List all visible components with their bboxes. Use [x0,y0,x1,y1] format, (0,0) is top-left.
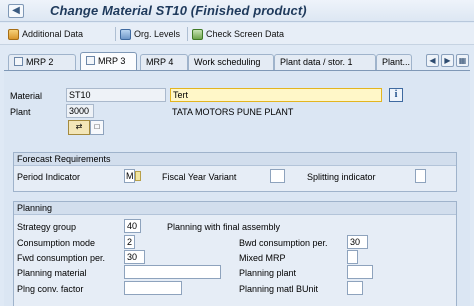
forecast-requirements-title: Forecast Requirements [14,153,456,166]
check-screen-data-label: Check Screen Data [206,29,285,39]
bwd-consumption-field[interactable]: 30 [347,235,368,249]
tab-plant-more[interactable]: Plant... [376,54,412,70]
info-icon[interactable]: i [389,88,403,102]
forecast-requirements-group: Forecast Requirements Period Indicator M… [13,152,457,192]
check-screen-data-button[interactable]: Check Screen Data [192,27,284,41]
planning-matl-bunit-field[interactable] [347,281,363,295]
plant-label: Plant [10,107,31,117]
material-label: Material [10,91,43,101]
additional-data-icon [8,28,19,40]
material-field: ST10 [66,88,166,102]
tab-content-area: Material ST10 Tert i Plant 3000 TATA MOT… [4,70,470,306]
org-levels-icon [120,28,131,40]
consumption-mode-label: Consumption mode [17,238,96,248]
document-icon[interactable]: □ [90,120,104,135]
planning-group: Planning Strategy group 40 Planning with… [13,201,457,306]
window-title: Change Material ST10 (Finished product) [50,3,307,18]
mixed-mrp-field[interactable] [347,250,358,264]
plng-conv-factor-label: Plng conv. factor [17,284,84,294]
strategy-group-label: Strategy group [17,222,77,232]
tab-scroll-right-icon[interactable]: ▶ [441,54,454,67]
display-icon[interactable]: ⇄ [68,120,90,135]
f4-help-icon[interactable] [135,171,141,181]
plng-conv-factor-field[interactable] [124,281,182,295]
tab-mrp-4[interactable]: MRP 4 [140,54,188,70]
application-toolbar: Additional Data Org. Levels Check Screen… [0,23,474,45]
planning-plant-label: Planning plant [239,268,297,278]
splitting-indicator-label: Splitting indicator [307,172,376,182]
additional-data-button[interactable]: Additional Data [8,27,83,41]
org-levels-label: Org. Levels [134,29,181,39]
fiscal-year-variant-label: Fiscal Year Variant [162,172,237,182]
fwd-consumption-label: Fwd consumption per. [17,253,106,263]
bwd-consumption-label: Bwd consumption per. [239,238,328,248]
material-description-field[interactable]: Tert [170,88,382,102]
title-bar: ◀ Change Material ST10 (Finished product… [0,0,474,22]
splitting-indicator-field[interactable] [415,169,426,183]
planning-plant-field[interactable] [347,265,373,279]
check-screen-data-icon [192,28,203,40]
period-indicator-label: Period Indicator [17,172,81,182]
mixed-mrp-label: Mixed MRP [239,253,286,263]
planning-material-field[interactable] [124,265,221,279]
tab-strip: MRP 2 MRP 3 MRP 4 Work scheduling Plant … [0,52,474,70]
toolbar-separator [187,27,188,41]
consumption-mode-field[interactable]: 2 [124,235,135,249]
strategy-group-field[interactable]: 40 [124,219,141,233]
tab-status-icon [14,57,23,66]
tab-list-icon[interactable]: ▦ [456,54,469,67]
back-icon[interactable]: ◀ [8,4,24,18]
plant-field: 3000 [66,104,94,118]
fiscal-year-variant-field[interactable] [270,169,285,183]
tab-plant-data-stor-1[interactable]: Plant data / stor. 1 [274,54,376,70]
plant-description: TATA MOTORS PUNE PLANT [172,107,294,117]
tab-work-scheduling[interactable]: Work scheduling [188,54,274,70]
strategy-group-description: Planning with final assembly [167,222,281,232]
fwd-consumption-field[interactable]: 30 [124,250,145,264]
planning-matl-bunit-label: Planning matl BUnit [239,284,319,294]
tab-mrp-3[interactable]: MRP 3 [80,52,137,70]
planning-title: Planning [14,202,456,215]
toolbar-separator [115,27,116,41]
period-indicator-field[interactable]: M [124,169,135,183]
org-levels-button[interactable]: Org. Levels [120,27,180,41]
tab-status-icon [86,56,95,65]
planning-material-label: Planning material [17,268,87,278]
tab-scroll-left-icon[interactable]: ◀ [426,54,439,67]
tab-mrp-2[interactable]: MRP 2 [8,54,76,70]
additional-data-label: Additional Data [22,29,84,39]
